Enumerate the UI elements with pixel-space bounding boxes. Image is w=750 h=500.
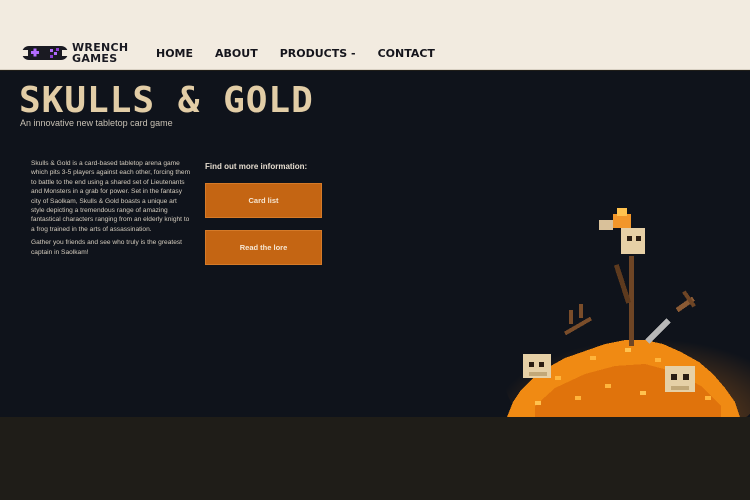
logo-text-line2: GAMES: [72, 52, 118, 65]
nav-about[interactable]: ABOUT: [215, 47, 258, 60]
read-lore-button[interactable]: Read the lore: [205, 230, 322, 265]
skull-gold-pile-illustration: [505, 208, 750, 417]
game-subtitle: An innovative new tabletop card game: [20, 118, 173, 128]
card-list-button[interactable]: Card list: [205, 183, 322, 218]
nav-contact[interactable]: CONTACT: [378, 47, 435, 60]
description-paragraph: Skulls & Gold is a card-based tabletop a…: [31, 160, 191, 233]
game-description: Skulls & Gold is a card-based tabletop a…: [31, 159, 191, 261]
info-heading: Find out more information:: [205, 162, 308, 171]
description-paragraph: Gather you friends and see who truly is …: [31, 239, 183, 256]
logo[interactable]: WRENCH GAMES: [22, 42, 128, 64]
controller-wrench-icon: [22, 46, 68, 60]
hero-section: SKULLS & GOLD An innovative new tabletop…: [0, 71, 750, 417]
game-title: SKULLS & GOLD: [19, 80, 314, 121]
nav-home[interactable]: HOME: [156, 47, 193, 60]
page-footer: [0, 417, 750, 500]
main-nav: HOME ABOUT PRODUCTS - CONTACT: [156, 47, 457, 60]
nav-products[interactable]: PRODUCTS -: [280, 47, 356, 60]
site-header: WRENCH GAMES HOME ABOUT PRODUCTS - CONTA…: [0, 0, 750, 70]
